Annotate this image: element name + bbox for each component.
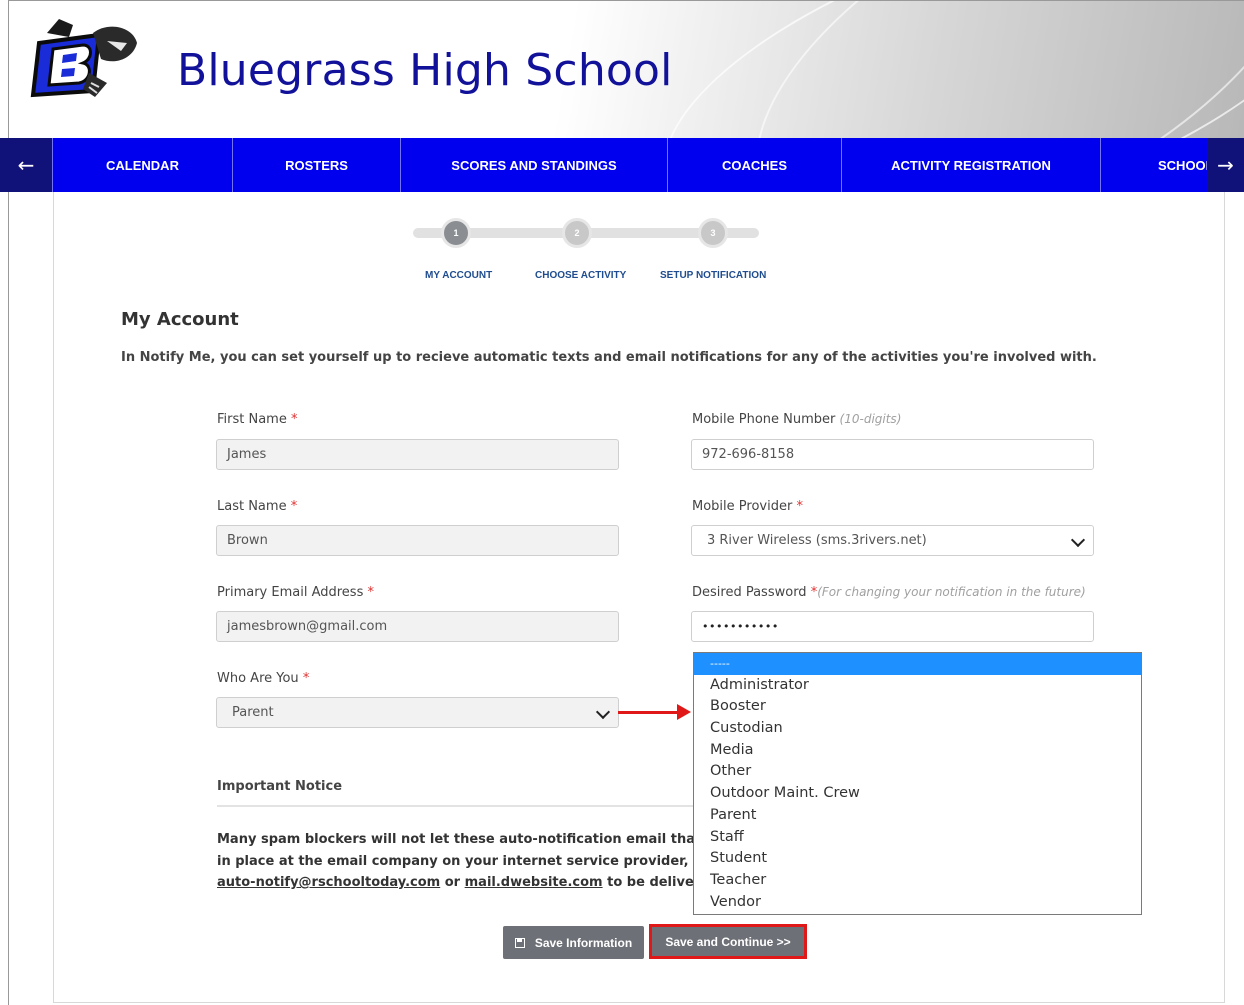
step-label-choose-activity: CHOOSE ACTIVITY (535, 270, 627, 281)
dropdown-option[interactable]: Other (694, 761, 1141, 783)
annotation-arrow (618, 711, 680, 714)
dropdown-option[interactable]: Custodian (694, 718, 1141, 740)
who-are-you-select[interactable]: Parent (216, 697, 619, 728)
school-name[interactable]: Bluegrass High School (177, 45, 673, 96)
who-are-you-label: Who Are You * (217, 671, 310, 686)
dropdown-option[interactable]: Media (694, 740, 1141, 762)
dropdown-option[interactable]: Student (694, 848, 1141, 870)
chevron-down-icon (595, 704, 611, 720)
nav-item-rosters[interactable]: ROSTERS (232, 138, 400, 192)
step-3-indicator: 3 (698, 218, 728, 248)
password-label: Desired Password *(For changing your not… (692, 585, 1086, 600)
school-logo[interactable] (29, 13, 141, 103)
notice-title: Important Notice (217, 779, 343, 794)
nav-item-school[interactable]: SCHOOL (1100, 138, 1208, 192)
nav-item-scores-and-standings[interactable]: SCORES AND STANDINGS (400, 138, 667, 192)
arrow-left-icon: ← (17, 153, 35, 177)
main-nav: ← CALENDAR ROSTERS SCORES AND STANDINGS … (0, 138, 1244, 192)
page-title: My Account (121, 309, 239, 330)
nav-item-calendar[interactable]: CALENDAR (52, 138, 232, 192)
mobile-phone-label: Mobile Phone Number (10-digits) (692, 412, 902, 427)
chevron-down-icon (1070, 532, 1086, 548)
nav-next-button[interactable]: → (1207, 138, 1244, 192)
notice-link-rschooltoday[interactable]: auto-notify@rschooltoday.com (217, 875, 440, 890)
save-and-continue-button[interactable]: Save and Continue >> (649, 924, 807, 959)
notice-text: Many spam blockers will not let these au… (217, 832, 693, 890)
nav-item-coaches[interactable]: COACHES (667, 138, 841, 192)
nav-item-activity-registration[interactable]: ACTIVITY REGISTRATION (841, 138, 1100, 192)
who-are-you-dropdown-list[interactable]: ----- Administrator Booster Custodian Me… (693, 652, 1142, 915)
dropdown-option[interactable]: Vendor (694, 892, 1141, 914)
nav-prev-button[interactable]: ← (0, 138, 52, 192)
dropdown-option[interactable]: Outdoor Maint. Crew (694, 783, 1141, 805)
floppy-disk-icon (514, 937, 525, 948)
email-label: Primary Email Address * (217, 585, 374, 600)
dropdown-option[interactable]: Staff (694, 827, 1141, 849)
mobile-phone-input[interactable]: 972-696-8158 (691, 439, 1094, 470)
dropdown-option[interactable]: ----- (694, 653, 1141, 675)
intro-text: In Notify Me, you can set yourself up to… (121, 350, 1097, 365)
email-input[interactable]: jamesbrown@gmail.com (216, 611, 619, 642)
step-2-indicator: 2 (562, 218, 592, 248)
last-name-label: Last Name * (217, 499, 298, 514)
mobile-provider-label: Mobile Provider * (692, 499, 803, 514)
site-header: Bluegrass High School (9, 1, 1244, 138)
dropdown-option[interactable]: Teacher (694, 870, 1141, 892)
last-name-input[interactable]: Brown (216, 525, 619, 556)
first-name-input[interactable]: James (216, 439, 619, 470)
save-information-button[interactable]: Save Information (503, 926, 644, 959)
notice-link-dwebsite[interactable]: mail.dwebsite.com (465, 875, 603, 890)
step-label-setup-notification: SETUP NOTIFICATION (660, 270, 767, 281)
dropdown-option[interactable]: Booster (694, 696, 1141, 718)
arrow-right-icon: → (1217, 153, 1234, 177)
annotation-arrow-head (677, 704, 691, 720)
first-name-label: First Name * (217, 412, 298, 427)
step-label-my-account: MY ACCOUNT (425, 270, 493, 281)
mobile-provider-select[interactable]: 3 River Wireless (sms.3rivers.net) (691, 525, 1094, 556)
password-input[interactable]: ••••••••••• (691, 611, 1094, 642)
dropdown-option[interactable]: Administrator (694, 675, 1141, 697)
step-1-indicator: 1 (441, 218, 471, 248)
dropdown-option[interactable]: Parent (694, 805, 1141, 827)
